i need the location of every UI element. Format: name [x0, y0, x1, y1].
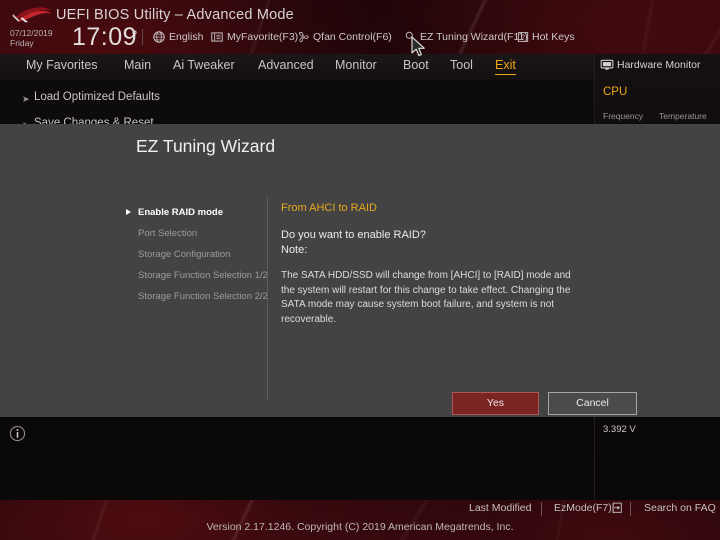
content-heading: From AHCI to RAID	[281, 202, 377, 214]
info-bar	[0, 417, 594, 500]
wizard-step-storage-configuration[interactable]: Storage Configuration	[126, 244, 266, 265]
wizard-step-list: Enable RAID mode Port Selection Storage …	[126, 202, 268, 307]
header-divider	[142, 29, 143, 45]
mouse-cursor	[411, 36, 425, 57]
date-block: 07/12/2019 Friday	[10, 28, 72, 48]
wizard-step-label: Storage Function Selection 1/2	[138, 270, 268, 281]
dialog-divider	[267, 196, 268, 401]
tab-monitor[interactable]: Monitor	[335, 58, 377, 72]
gear-icon[interactable]	[128, 26, 141, 39]
language-label[interactable]: English	[169, 31, 203, 43]
hw-col-temperature: Temperature	[659, 111, 707, 121]
ez-tuning-wizard-dialog: EZ Tuning Wizard Enable RAID mode Port S…	[0, 124, 720, 417]
last-modified-button[interactable]: Last Modified	[469, 502, 531, 514]
ezmode-button[interactable]: EzMode(F7)|	[554, 502, 615, 514]
footer-divider	[630, 502, 631, 516]
favorite-icon[interactable]	[210, 30, 224, 44]
wizard-content: From AHCI to RAID Do you want to enable …	[281, 202, 581, 327]
wizard-step-enable-raid-mode[interactable]: Enable RAID mode	[126, 202, 266, 223]
info-icon[interactable]	[9, 425, 26, 442]
bios-screen: UEFI BIOS Utility – Advanced Mode 07/12/…	[0, 0, 720, 540]
version-text: Version 2.17.1246. Copyright (C) 2019 Am…	[206, 521, 514, 533]
hw-group-cpu: CPU	[603, 86, 628, 98]
hw-voltage-value: 3.392 V	[603, 424, 636, 435]
tab-boot[interactable]: Boot	[403, 58, 429, 72]
yes-button[interactable]: Yes	[452, 392, 539, 415]
wizard-step-port-selection[interactable]: Port Selection	[126, 223, 266, 244]
hw-col-frequency: Frequency	[603, 111, 644, 121]
hardware-monitor-title: Hardware Monitor	[617, 59, 701, 71]
tab-tool[interactable]: Tool	[450, 58, 473, 72]
wizard-step-storage-function-selection-1[interactable]: Storage Function Selection 1/2	[126, 265, 268, 286]
weekday-text: Friday	[10, 38, 34, 48]
wizard-step-storage-function-selection-2[interactable]: Storage Function Selection 2/2	[126, 286, 268, 307]
cancel-button[interactable]: Cancel	[548, 392, 637, 415]
monitor-icon	[600, 59, 614, 70]
tab-main[interactable]: Main	[124, 58, 151, 72]
menu-item-label: Load Optimized Defaults	[34, 91, 160, 103]
tab-advanced[interactable]: Advanced	[258, 58, 314, 72]
dialog-title: EZ Tuning Wizard	[136, 136, 276, 156]
header-bar: UEFI BIOS Utility – Advanced Mode 07/12/…	[0, 0, 720, 54]
triangle-right-icon	[126, 209, 131, 215]
hotkeys-icon[interactable]: ?	[516, 30, 530, 44]
tab-exit[interactable]: Exit	[495, 58, 516, 75]
exit-arrow-icon[interactable]	[611, 502, 624, 514]
myfavorite-label[interactable]: MyFavorite(F3)	[227, 31, 298, 43]
svg-text:?: ?	[521, 35, 525, 42]
page-title: UEFI BIOS Utility – Advanced Mode	[56, 7, 294, 23]
tab-my-favorites[interactable]: My Favorites	[26, 58, 98, 72]
globe-icon[interactable]	[152, 30, 166, 44]
tab-ai-tweaker[interactable]: Ai Tweaker	[173, 58, 235, 72]
search-faq-button[interactable]: Search on FAQ	[644, 502, 716, 514]
qfan-control-label[interactable]: Qfan Control(F6)	[313, 31, 392, 43]
menu-item-load-optimized-defaults[interactable]: ➤ Load Optimized Defaults	[0, 87, 594, 113]
rog-logo	[12, 7, 51, 23]
wizard-step-label: Storage Configuration	[138, 249, 231, 260]
ez-tuning-wizard-label[interactable]: EZ Tuning Wizard(F11)	[420, 31, 528, 43]
footer-divider	[541, 502, 542, 516]
hotkeys-label[interactable]: Hot Keys	[532, 31, 575, 43]
content-note-label: Note:	[281, 244, 308, 256]
wizard-step-label: Storage Function Selection 2/2	[138, 291, 268, 302]
content-body: The SATA HDD/SSD will change from [AHCI]…	[281, 270, 571, 325]
content-question: Do you want to enable RAID?	[281, 229, 426, 241]
wizard-step-label: Port Selection	[138, 228, 198, 239]
footer-bar: Last Modified EzMode(F7)| Search on FAQ …	[0, 500, 720, 540]
fan-icon[interactable]	[296, 30, 310, 44]
date-text: 07/12/2019	[10, 28, 53, 38]
chevron-right-icon: ➤	[22, 94, 30, 104]
nav-tabs: My Favorites Main Ai Tweaker Advanced Mo…	[0, 54, 594, 81]
wizard-step-label: Enable RAID mode	[138, 207, 223, 218]
